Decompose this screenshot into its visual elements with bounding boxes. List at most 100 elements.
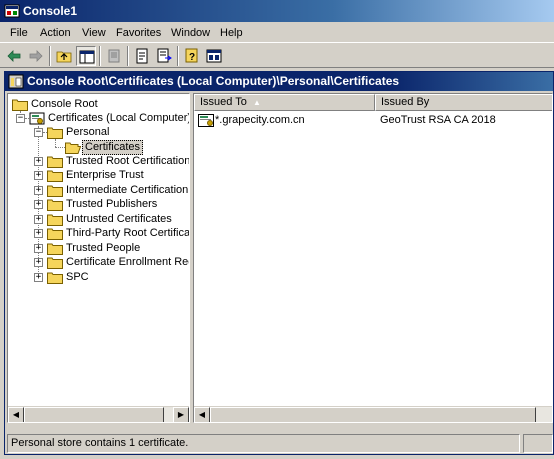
back-icon [7,50,21,62]
show-hide-tree-icon [79,50,95,64]
tree-item-console-root[interactable]: Console Root [12,97,182,112]
help-icon: ? [185,48,198,63]
expand-trusted-root-toggle[interactable]: + [34,157,43,166]
menu-help-label: Help [220,27,243,39]
delete-button[interactable] [104,46,124,66]
menu-file[interactable]: File [10,26,28,40]
tree-item-untrusted[interactable]: Untrusted Certificates [47,212,189,227]
folder-icon [47,243,63,255]
collapse-personal-toggle[interactable]: − [34,128,43,137]
export-list-button[interactable] [154,46,174,66]
column-header-issued-by-label: Issued By [381,96,430,108]
scroll-left-button[interactable]: ◀ [194,407,210,422]
tree-item-third-party-root[interactable]: Third-Party Root Certification Authoriti… [47,226,190,241]
mmc-button[interactable] [204,46,224,66]
tree-label-trusted-root: Trusted Root Certification Authorities [66,155,190,167]
child-title-bar[interactable]: Console Root\Certificates (Local Compute… [5,72,553,91]
expand-spc-toggle[interactable]: + [34,273,43,282]
tree-item-personal[interactable]: Personal [47,125,187,140]
collapse-certificates-toggle[interactable]: − [16,114,25,123]
tree-label-intermediate: Intermediate Certification Authorities [66,184,189,196]
child-title-text: Console Root\Certificates (Local Compute… [27,74,400,88]
tree-item-enterprise-trust[interactable]: Enterprise Trust [47,168,189,183]
results-list-pane[interactable]: Issued To ▲ Issued By *.grapecity.com.cn… [193,93,553,423]
menu-view-label: View [82,27,106,39]
sort-ascending-icon: ▲ [253,98,261,107]
folder-icon [47,170,63,182]
tree-item-spc[interactable]: SPC [47,270,189,285]
console-child-window: Console Root\Certificates (Local Compute… [4,71,554,455]
properties-icon [136,48,148,64]
status-text: Personal store contains 1 certificate. [7,434,520,453]
back-button[interactable] [4,46,24,66]
up-level-button[interactable] [54,46,74,66]
tree-item-intermediate[interactable]: Intermediate Certification Authorities [47,183,189,198]
tree-label-untrusted: Untrusted Certificates [66,213,172,225]
table-row[interactable]: *.grapecity.com.cn GeoTrust RSA CA 2018 [194,113,552,129]
expand-untrusted-toggle[interactable]: + [34,215,43,224]
folder-icon [47,272,63,284]
delete-icon [108,49,120,63]
menu-action-label: Action [40,27,71,39]
folder-icon [47,257,63,269]
scroll-thumb[interactable] [210,407,536,422]
column-header-issued-to-label: Issued To [200,96,247,108]
menu-favorites[interactable]: Favorites [116,26,161,40]
tree-horizontal-scrollbar[interactable]: ◀ ▶ [8,406,189,422]
tree-label-console-root: Console Root [31,98,98,110]
tree-label-trusted-people: Trusted People [66,242,141,254]
tree-label-personal: Personal [66,126,110,138]
expand-third-party-root-toggle[interactable]: + [34,229,43,238]
open-folder-icon [65,142,81,154]
cell-issued-by: GeoTrust RSA CA 2018 [380,114,496,126]
console-tree-pane[interactable]: Console Root − Certificates (Local Compu… [7,93,190,423]
menu-window[interactable]: Window [171,26,210,40]
expand-trusted-people-toggle[interactable]: + [34,244,43,253]
console-tree-icon [8,74,24,89]
tree-item-trusted-publishers[interactable]: Trusted Publishers [47,197,189,212]
forward-icon [29,50,43,62]
folder-icon [47,185,63,197]
tree-label-trusted-publishers: Trusted Publishers [66,198,158,210]
expand-enterprise-trust-toggle[interactable]: + [34,171,43,180]
status-panel-empty [523,434,553,453]
title-bar[interactable]: Console1 [0,0,554,22]
window-title: Console1 [23,4,78,18]
folder-icon [47,127,63,139]
tree-label-enterprise-trust: Enterprise Trust [66,169,144,181]
svg-text:?: ? [189,52,195,63]
menu-help[interactable]: Help [220,26,243,40]
cell-issued-to: *.grapecity.com.cn [215,114,305,126]
tree-label-enrollment-requests: Certificate Enrollment Requests [66,256,189,268]
tree-item-trusted-people[interactable]: Trusted People [47,241,189,256]
help-button[interactable]: ? [182,46,202,66]
tree-item-trusted-root[interactable]: Trusted Root Certification Authorities [47,154,190,169]
tree-item-enrollment-requests[interactable]: Certificate Enrollment Requests [47,255,189,270]
tree-label-personal-certificates: Certificates [82,140,144,155]
properties-button[interactable] [132,46,152,66]
expand-enrollment-requests-toggle[interactable]: + [34,258,43,267]
tree-item-personal-certificates[interactable]: Certificates [65,140,185,155]
scroll-left-button[interactable]: ◀ [8,407,24,422]
expand-trusted-publishers-toggle[interactable]: + [34,200,43,209]
status-bar: Personal store contains 1 certificate. [7,434,553,453]
scroll-right-button[interactable]: ▶ [173,407,189,422]
forward-button[interactable] [26,46,46,66]
menu-action[interactable]: Action [40,26,71,40]
menu-bar: File Action View Favorites Window Help [0,23,554,42]
tree-label-third-party-root: Third-Party Root Certification Authoriti… [66,227,190,239]
column-header-issued-by[interactable]: Issued By [375,94,552,111]
show-hide-tree-button[interactable] [76,46,96,66]
list-horizontal-scrollbar[interactable]: ◀ [194,406,552,422]
scroll-thumb[interactable] [24,407,164,422]
menu-view[interactable]: View [82,26,106,40]
tree-label-certificates-local-computer: Certificates (Local Computer) [48,112,190,124]
mmc-app-icon [4,4,20,18]
export-list-icon [157,48,172,63]
tree-item-certificates-local-computer[interactable]: Certificates (Local Computer) [29,111,189,126]
up-level-icon [56,51,72,63]
expand-intermediate-toggle[interactable]: + [34,186,43,195]
menu-window-label: Window [171,27,211,39]
column-header-issued-to[interactable]: Issued To ▲ [194,94,375,111]
mmc-icon [206,49,222,63]
